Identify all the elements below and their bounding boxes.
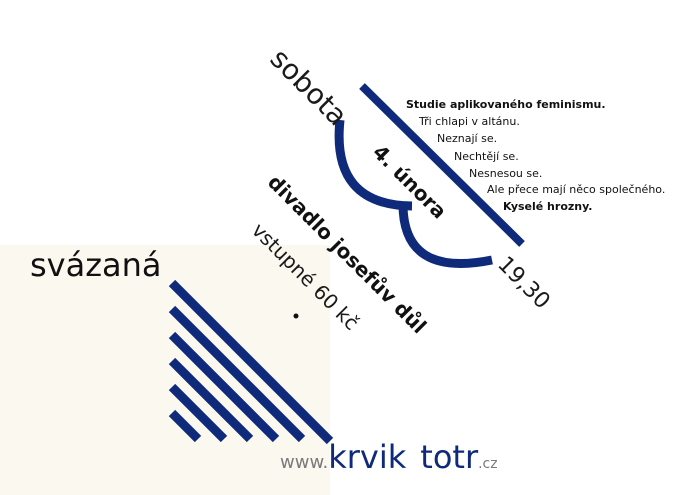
website-name: krvik <box>328 438 407 476</box>
website-suffix: .cz <box>478 456 498 472</box>
semicircle-lower <box>398 203 493 268</box>
website-prefix: www. <box>280 452 329 473</box>
stripe-triangle <box>168 279 334 445</box>
website-link[interactable]: www.krvik totr.cz <box>280 438 498 476</box>
tagline-line: Nechtějí se. <box>454 150 519 163</box>
website-name-2: totr <box>420 438 479 476</box>
tagline-line: Nesnesou se. <box>469 167 543 180</box>
tagline-line: Neznají se. <box>437 132 498 145</box>
tagline-line: Studie aplikovaného feminismu. <box>406 98 606 111</box>
show-title: svázaná <box>30 246 162 284</box>
tagline-line: Kyselé hrozny. <box>503 200 593 213</box>
tagline-line: Ale přece mají něco společného. <box>487 183 666 196</box>
tagline-line: Tři chlapi v altánu. <box>419 115 520 128</box>
dot <box>293 313 299 319</box>
